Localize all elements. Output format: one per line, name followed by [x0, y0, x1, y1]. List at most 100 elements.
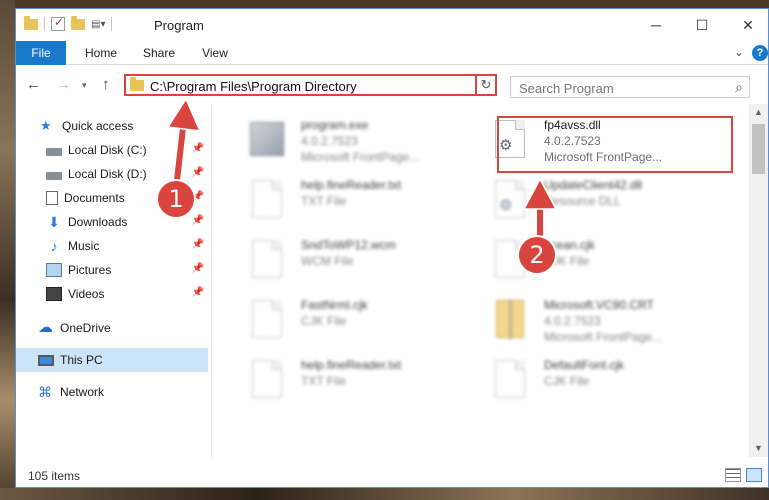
sidebar-item-local-disk-c[interactable]: Local Disk (C:) 📌	[46, 138, 208, 162]
sidebar-item-label: Network	[60, 385, 105, 399]
sidebar-item-onedrive[interactable]: ☁ OneDrive	[38, 316, 208, 340]
text-file-icon	[249, 180, 285, 220]
large-icons-view-icon[interactable]	[746, 468, 762, 482]
navigation-pane: ★ Quick access Local Disk (C:) 📌 Local D…	[16, 104, 212, 457]
file-item[interactable]: help.fineReader.txt TXT File	[241, 174, 477, 230]
file-icon	[249, 300, 285, 340]
file-version: 4.0.2.7523	[544, 314, 601, 328]
tab-view[interactable]: View	[192, 41, 238, 65]
file-type: CJK File	[544, 374, 590, 388]
vertical-scrollbar[interactable]: ▲ ▼	[749, 104, 768, 457]
status-bar: 105 items	[16, 465, 768, 487]
text-file-icon	[249, 360, 285, 400]
cloud-icon: ☁	[38, 319, 53, 336]
archive-icon	[492, 300, 528, 340]
file-item[interactable]: FastNrml.cjk CJK File	[241, 294, 477, 350]
search-placeholder: Search Program	[519, 81, 614, 96]
minimize-button[interactable]: ─	[633, 9, 679, 41]
back-button[interactable]: ←	[26, 76, 41, 93]
toolbar-separator	[111, 17, 113, 31]
sidebar-item-quick-access[interactable]: ★ Quick access	[40, 114, 232, 138]
refresh-button[interactable]: ↻	[475, 74, 497, 96]
item-count: 105 items	[28, 469, 81, 483]
disk-icon	[46, 172, 62, 180]
sidebar-item-label: This PC	[60, 353, 103, 367]
sidebar-item-label: Local Disk (D:)	[68, 167, 147, 181]
file-item[interactable]: ⚙ UpdateClient42.dll Resource DLL	[484, 174, 720, 230]
address-bar[interactable]: C:\Program Files\Program Directory ⌄	[124, 74, 494, 96]
address-path[interactable]: C:\Program Files\Program Directory	[150, 79, 357, 94]
title-bar: ▤▾ Program ─ ☐ ✕	[16, 9, 768, 41]
sidebar-item-videos[interactable]: Videos 📌	[46, 282, 208, 306]
pin-icon[interactable]: 📌	[192, 263, 204, 274]
pin-icon[interactable]: 📌	[192, 239, 204, 250]
search-input[interactable]: Search Program ⌕	[510, 76, 750, 98]
pin-icon[interactable]: 📌	[192, 287, 204, 298]
disk-icon	[46, 148, 62, 156]
step-marker-1: 1	[156, 179, 196, 219]
file-type: WCM File	[301, 254, 354, 268]
folder-icon	[130, 77, 144, 91]
star-icon: ★	[40, 118, 52, 133]
file-version: 4.0.2.7523	[301, 134, 358, 148]
file-name: help.fineReader.txt	[301, 178, 402, 192]
file-type: Resource DLL	[544, 194, 621, 208]
new-folder-icon[interactable]	[71, 15, 85, 30]
file-item[interactable]: DefaultFont.cjk CJK File	[484, 354, 720, 410]
customize-toolbar-icon[interactable]: ▤▾	[91, 19, 105, 30]
tab-share[interactable]: Share	[136, 41, 182, 65]
file-name: program.exe	[301, 118, 369, 132]
file-item[interactable]: SndToWP12.wcm WCM File	[241, 234, 477, 290]
close-button[interactable]: ✕	[725, 9, 768, 41]
file-item[interactable]: Microsoft.VC90.CRT 4.0.2.7523 Microsoft …	[484, 294, 720, 350]
file-name: UpdateClient42.dll	[544, 178, 643, 192]
file-name: SndToWP12.wcm	[301, 238, 396, 252]
file-name: Microsoft.VC90.CRT	[544, 298, 654, 312]
up-button[interactable]: ↑	[102, 76, 110, 93]
download-icon: ⬇	[48, 214, 60, 230]
document-icon	[46, 191, 58, 205]
pin-icon[interactable]: 📌	[192, 167, 204, 178]
tab-file[interactable]: File	[16, 41, 66, 65]
pin-icon[interactable]: 📌	[192, 215, 204, 226]
sidebar-item-label: Music	[68, 239, 100, 253]
file-name: DefaultFont.cjk	[544, 358, 625, 372]
search-icon[interactable]: ⌕	[735, 79, 743, 96]
sidebar-item-this-pc[interactable]: This PC	[16, 348, 208, 372]
scroll-up-icon[interactable]: ▲	[749, 104, 768, 121]
file-item[interactable]: help.fineReader.txt TXT File	[241, 354, 477, 410]
file-description: Microsoft FrontPage...	[301, 150, 420, 164]
scroll-thumb[interactable]	[752, 124, 765, 174]
forward-button[interactable]: →	[56, 76, 71, 93]
properties-icon[interactable]	[51, 15, 65, 31]
file-name: FastNrml.cjk	[301, 298, 368, 312]
sidebar-item-network[interactable]: ⌘ Network	[38, 380, 208, 404]
dll-icon: ⚙	[492, 180, 528, 220]
window-title: Program	[154, 18, 204, 33]
folder-icon[interactable]	[24, 15, 38, 30]
pin-icon[interactable]: 📌	[192, 143, 204, 154]
file-item[interactable]: program.exe 4.0.2.7523 Microsoft FrontPa…	[241, 114, 477, 170]
details-view-icon[interactable]	[725, 468, 741, 482]
file-icon	[249, 240, 285, 280]
expand-ribbon-icon[interactable]: ⌄	[734, 45, 744, 59]
maximize-button[interactable]: ☐	[679, 9, 725, 41]
sidebar-item-label: Quick access	[62, 119, 134, 133]
navigation-bar: ← → ▾ ↑ C:\Program Files\Program Directo…	[16, 66, 768, 104]
sidebar-item-pictures[interactable]: Pictures 📌	[46, 258, 208, 282]
quick-access-toolbar: ▤▾	[24, 15, 113, 31]
videos-icon	[46, 287, 62, 301]
file-type: CJK File	[301, 314, 347, 328]
sidebar-item-music[interactable]: ♪ Music 📌	[46, 234, 208, 258]
recent-locations-icon[interactable]: ▾	[82, 80, 87, 91]
file-type: TXT File	[301, 374, 347, 388]
sidebar-item-label: Videos	[68, 287, 105, 301]
tab-home[interactable]: Home	[76, 41, 126, 65]
network-icon: ⌘	[38, 384, 52, 400]
scroll-down-icon[interactable]: ▼	[749, 440, 768, 457]
pictures-icon	[46, 263, 62, 277]
sidebar-item-label: Downloads	[68, 215, 128, 229]
file-name: help.fineReader.txt	[301, 358, 402, 372]
sidebar-item-label: Documents	[64, 191, 125, 205]
help-icon[interactable]: ?	[752, 45, 768, 61]
